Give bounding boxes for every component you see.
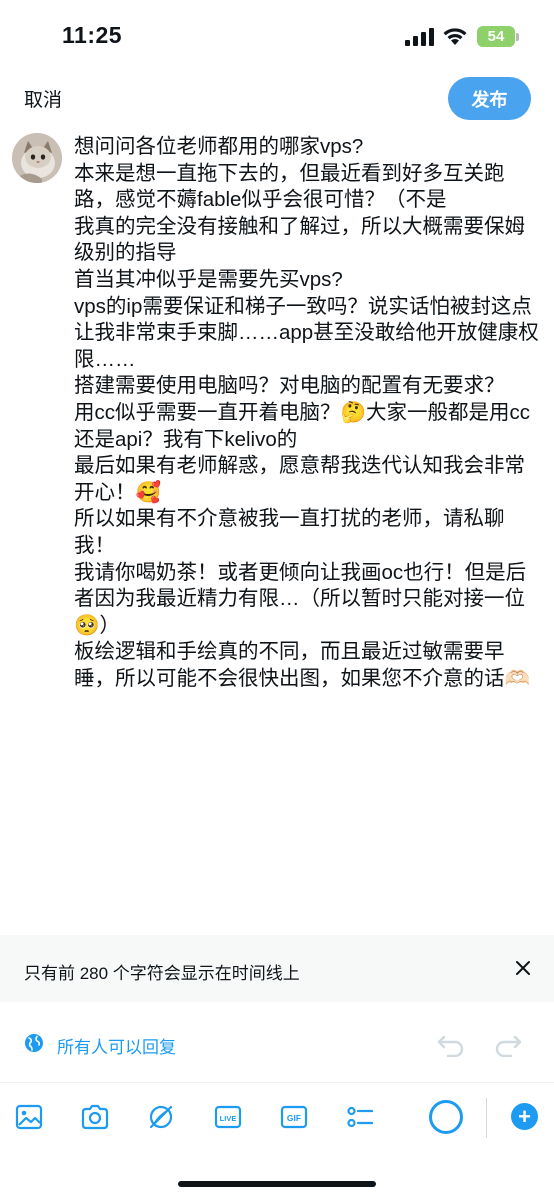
- avatar[interactable]: [12, 133, 62, 183]
- redo-icon[interactable]: [493, 1031, 523, 1057]
- status-time: 11:25: [62, 22, 123, 48]
- gif-label: GIF: [287, 1113, 301, 1123]
- gif-icon[interactable]: GIF: [279, 1102, 309, 1132]
- image-icon[interactable]: [14, 1102, 44, 1132]
- reply-settings-label[interactable]: 所有人可以回复: [57, 1033, 176, 1058]
- toolbar-divider: [486, 1098, 487, 1138]
- home-indicator: [178, 1181, 376, 1187]
- wifi-icon: [443, 28, 467, 45]
- character-count-ring-icon: [429, 1100, 463, 1134]
- live-label: LIVE: [220, 1114, 237, 1123]
- undo-icon[interactable]: [436, 1031, 466, 1057]
- signal-icon: [405, 28, 434, 46]
- character-limit-text: 只有前 280 个字符会显示在时间线上: [24, 964, 300, 983]
- composer-toolbar: LIVE GIF +: [0, 1084, 554, 1152]
- add-post-button[interactable]: +: [511, 1103, 538, 1130]
- poll-icon[interactable]: [345, 1102, 375, 1132]
- live-icon[interactable]: LIVE: [213, 1102, 243, 1132]
- close-icon[interactable]: [512, 957, 534, 979]
- status-bar: 11:25 54: [0, 0, 554, 70]
- post-button[interactable]: 发布: [448, 77, 531, 120]
- reply-settings-row[interactable]: 所有人可以回复: [0, 1003, 554, 1083]
- cancel-button[interactable]: 取消: [24, 85, 62, 112]
- battery-tip: [516, 33, 519, 41]
- user-avatar-cat-icon: [12, 133, 62, 183]
- camera-icon[interactable]: [80, 1102, 110, 1132]
- character-limit-notice: 只有前 280 个字符会显示在时间线上: [0, 935, 554, 1002]
- battery-icon: 54: [477, 26, 515, 47]
- gif-sticker-icon[interactable]: [146, 1102, 176, 1132]
- globe-icon: [25, 1034, 43, 1052]
- compose-text-area[interactable]: 想问问各位老师都用的哪家vps? 本来是想一直拖下去的，但最近看到好多互关跑路，…: [74, 134, 540, 692]
